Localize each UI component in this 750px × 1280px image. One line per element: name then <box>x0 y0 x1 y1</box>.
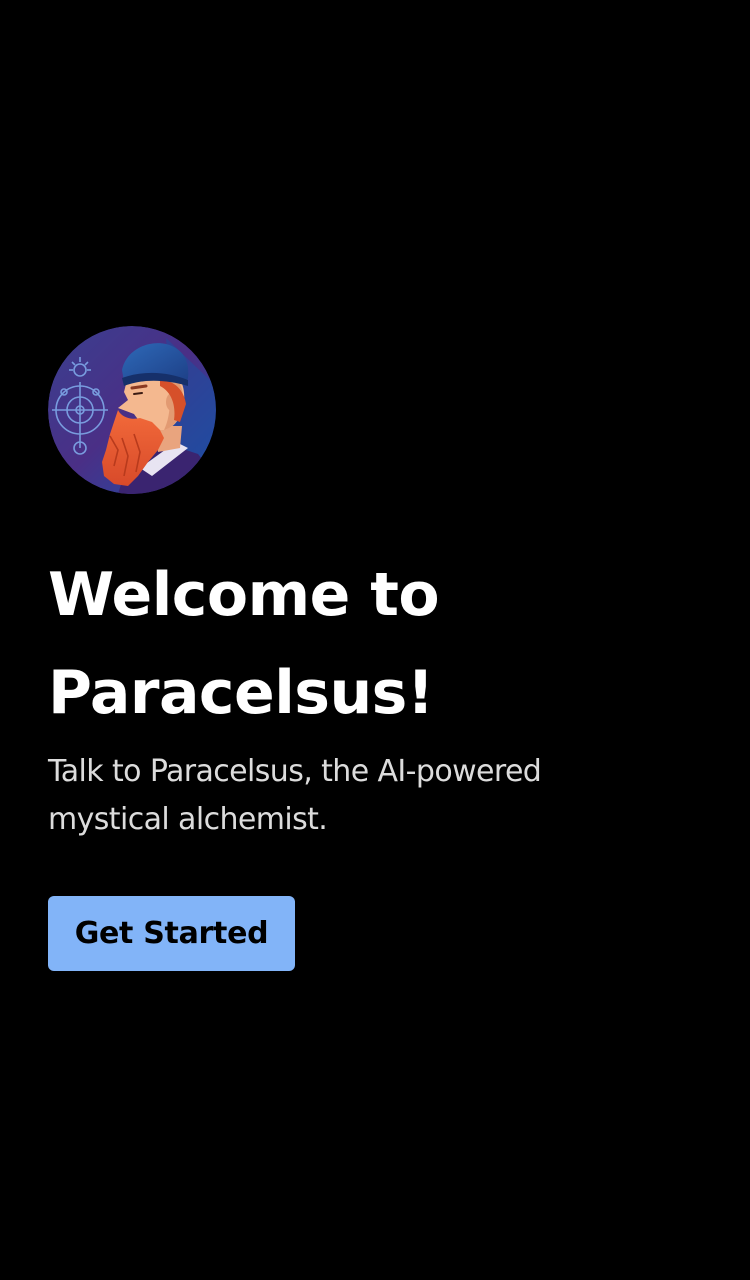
paracelsus-portrait-icon <box>48 326 216 494</box>
welcome-content: Welcome to Paracelsus! Talk to Paracelsu… <box>48 326 668 971</box>
welcome-screen: Welcome to Paracelsus! Talk to Paracelsu… <box>0 0 750 1280</box>
welcome-title-line1: Welcome to <box>48 560 440 630</box>
welcome-subtitle: Talk to Paracelsus, the AI-powered mysti… <box>48 754 542 837</box>
welcome-title: Welcome to Paracelsus! <box>48 546 668 742</box>
get-started-button[interactable]: Get Started <box>48 896 295 971</box>
welcome-title-line2: Paracelsus! <box>48 658 434 728</box>
paracelsus-avatar <box>48 326 216 494</box>
